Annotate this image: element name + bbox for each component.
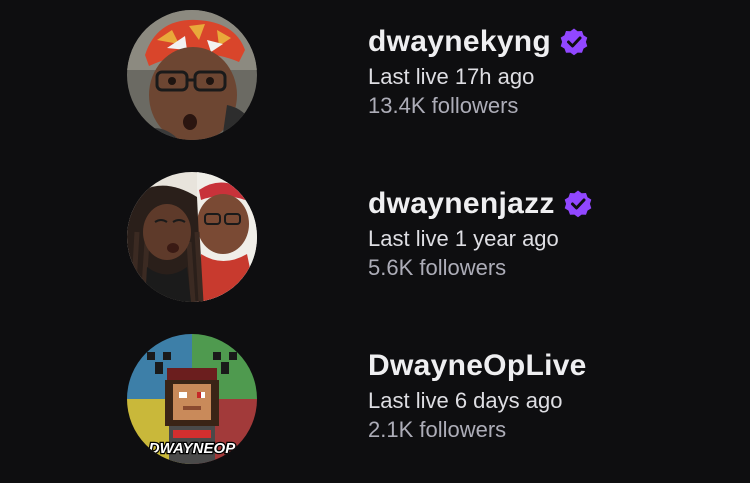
last-live-status: Last live 6 days ago xyxy=(368,388,563,413)
follower-count: 13.4K followers xyxy=(368,93,519,118)
follower-count: 2.1K followers xyxy=(368,417,507,442)
avatar-photo-icon xyxy=(127,10,257,140)
channel-info: DwayneOpLive Last live 6 days ago 2.1K f… xyxy=(368,346,587,444)
channel-result[interactable]: DWAYNEOP DwayneOpLive Last live 6 days a… xyxy=(0,322,750,472)
channel-result[interactable]: dwaynekyng Last live 17h ago 13.4K follo… xyxy=(0,0,750,148)
channel-name-line: DwayneOpLive xyxy=(368,346,587,386)
avatar-pixel-art-icon: DWAYNEOP xyxy=(127,334,257,464)
channel-result[interactable]: dwaynenjazz Last live 1 year ago 5.6K fo… xyxy=(0,160,750,310)
channel-name-line: dwaynekyng xyxy=(368,22,589,62)
channel-name-line: dwaynenjazz xyxy=(368,184,593,224)
last-live-status: Last live 1 year ago xyxy=(368,226,559,251)
avatar-photo-icon xyxy=(127,172,257,302)
channel-avatar[interactable] xyxy=(127,10,257,140)
channel-name[interactable]: DwayneOpLive xyxy=(368,346,587,386)
verified-badge-icon xyxy=(559,27,589,57)
avatar-text: DWAYNEOP xyxy=(149,440,236,457)
channel-info: dwaynenjazz Last live 1 year ago 5.6K fo… xyxy=(368,184,593,282)
channel-avatar[interactable]: DWAYNEOP xyxy=(127,334,257,464)
channel-name[interactable]: dwaynekyng xyxy=(368,22,551,62)
last-live-status: Last live 17h ago xyxy=(368,64,535,89)
channel-info: dwaynekyng Last live 17h ago 13.4K follo… xyxy=(368,22,589,120)
verified-badge-icon xyxy=(563,189,593,219)
channel-name[interactable]: dwaynenjazz xyxy=(368,184,555,224)
follower-count: 5.6K followers xyxy=(368,255,507,280)
channel-avatar[interactable] xyxy=(127,172,257,302)
